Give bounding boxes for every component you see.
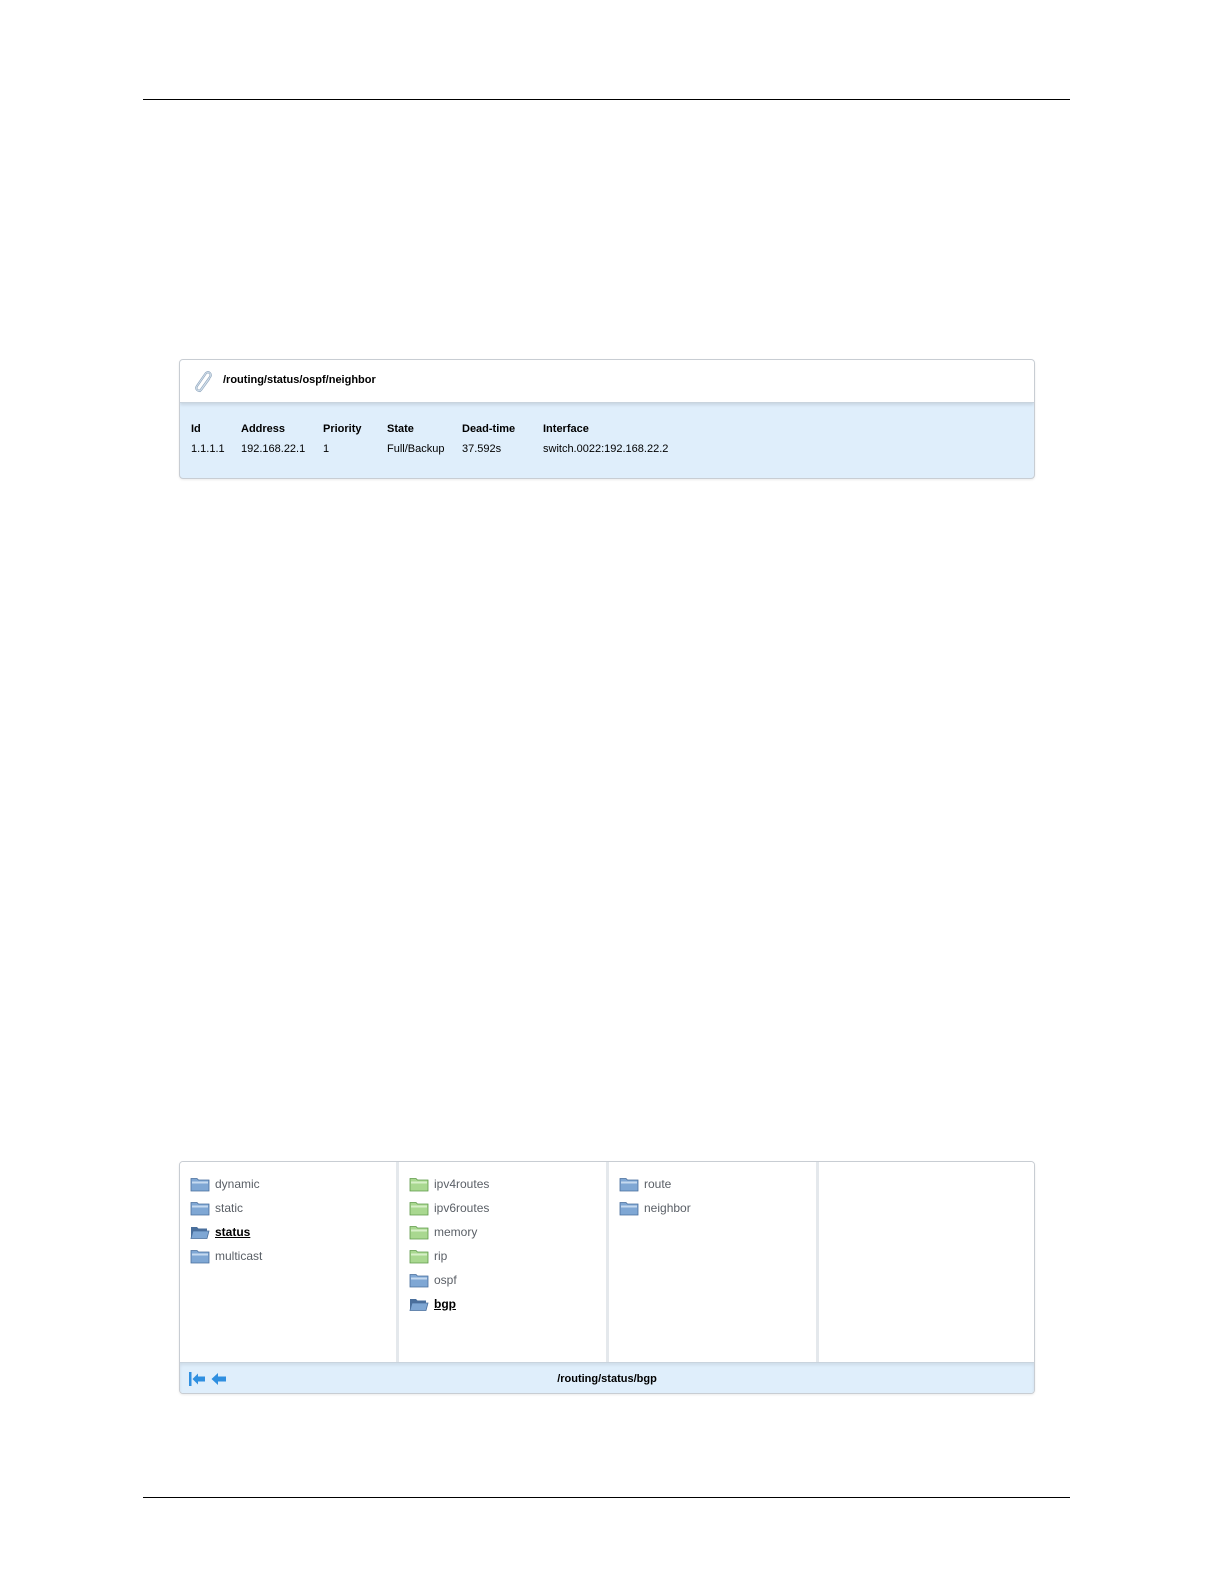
folder-icon	[409, 1178, 429, 1192]
header-rule	[143, 99, 1070, 100]
browser-column-3: route neighbor	[609, 1162, 819, 1362]
cell-address: 192.168.22.1	[241, 443, 306, 455]
folder-label: status	[215, 1225, 251, 1239]
column-header-state: State	[387, 423, 414, 435]
folder-item-status[interactable]: status	[190, 1220, 396, 1244]
folder-icon	[619, 1202, 639, 1216]
column-header-id: Id	[191, 423, 201, 435]
folder-label: memory	[434, 1225, 478, 1239]
folder-icon	[409, 1226, 429, 1240]
column-header-dead-time: Dead-time	[462, 423, 516, 435]
folder-item-ospf[interactable]: ospf	[409, 1268, 606, 1292]
folder-item-memory[interactable]: memory	[409, 1220, 606, 1244]
cell-state: Full/Backup	[387, 443, 445, 455]
folder-item-static[interactable]: static	[190, 1196, 396, 1220]
folder-open-icon	[190, 1227, 210, 1239]
folder-label: ipv6routes	[434, 1201, 490, 1215]
cell-interface: switch.0022:192.168.22.2	[543, 443, 669, 455]
folder-icon	[190, 1202, 210, 1216]
browser-column-4	[819, 1162, 1034, 1362]
folder-browser-panel: dynamic static status multicast ipv4routes i…	[179, 1161, 1035, 1394]
paperclip-icon	[195, 371, 212, 393]
browser-footer: /routing/status/bgp	[180, 1362, 1034, 1393]
folder-icon	[190, 1178, 210, 1192]
footer-rule	[143, 1497, 1070, 1498]
folder-item-dynamic[interactable]: dynamic	[190, 1172, 396, 1196]
folder-label: ospf	[434, 1273, 457, 1287]
folder-item-multicast[interactable]: multicast	[190, 1244, 396, 1268]
folder-icon	[190, 1250, 210, 1264]
column-header-address: Address	[241, 423, 286, 435]
folder-item-rip[interactable]: rip	[409, 1244, 606, 1268]
folder-icon	[409, 1250, 429, 1264]
folder-icon	[619, 1178, 639, 1192]
panel-header: /routing/status/ospf/neighbor	[180, 360, 1034, 403]
folder-open-icon	[409, 1299, 429, 1311]
cell-dead-time: 37.592s	[462, 443, 502, 455]
browser-column-1: dynamic static status multicast	[180, 1162, 399, 1362]
panel-path: /routing/status/ospf/neighbor	[223, 374, 376, 386]
folder-label: multicast	[215, 1249, 263, 1263]
column-header-priority: Priority	[323, 423, 362, 435]
folder-item-bgp[interactable]: bgp	[409, 1292, 606, 1316]
folder-item-ipv4routes[interactable]: ipv4routes	[409, 1172, 606, 1196]
folder-label: route	[644, 1177, 672, 1191]
column-header-interface: Interface	[543, 423, 589, 435]
cell-priority: 1	[323, 443, 330, 455]
browser-column-2: ipv4routes ipv6routes memory rip ospf bgp	[399, 1162, 609, 1362]
folder-icon	[409, 1202, 429, 1216]
cell-id: 1.1.1.1	[191, 443, 225, 455]
folder-item-ipv6routes[interactable]: ipv6routes	[409, 1196, 606, 1220]
folder-label: ipv4routes	[434, 1177, 490, 1191]
folder-label: neighbor	[644, 1201, 691, 1215]
current-path: /routing/status/bgp	[557, 1373, 657, 1385]
ospf-neighbor-panel: /routing/status/ospf/neighbor Id Address…	[179, 359, 1035, 479]
folder-label: static	[215, 1201, 244, 1215]
folder-icon	[409, 1274, 429, 1288]
folder-item-route[interactable]: route	[619, 1172, 816, 1196]
folder-label: dynamic	[215, 1177, 260, 1191]
folder-item-neighbor[interactable]: neighbor	[619, 1196, 816, 1220]
folder-label: rip	[434, 1249, 448, 1263]
folder-label: bgp	[434, 1297, 456, 1311]
